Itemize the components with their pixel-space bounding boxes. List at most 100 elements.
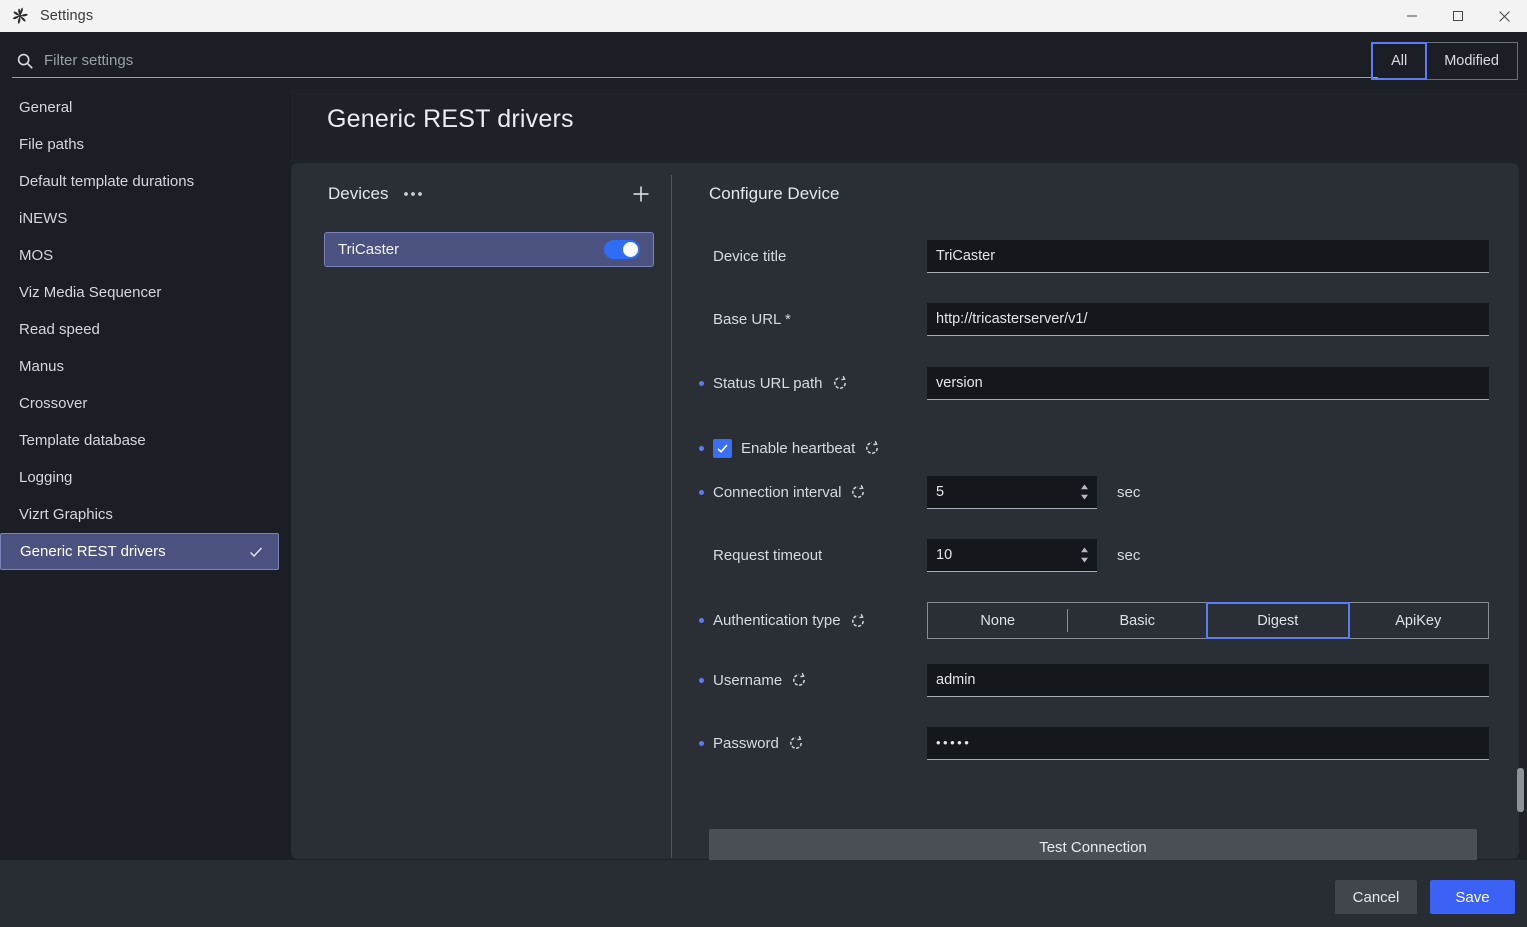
sidebar-item-generic-rest-drivers[interactable]: Generic REST drivers [0, 533, 279, 570]
sidebar-item-logging[interactable]: Logging [0, 459, 291, 496]
sidebar-item-label: Default template durations [19, 173, 195, 190]
sidebar-item-label: Read speed [19, 321, 100, 338]
sidebar-item-viz-media-sequencer[interactable]: Viz Media Sequencer [0, 274, 291, 311]
reset-icon[interactable] [788, 735, 804, 751]
enable-heartbeat-label: Enable heartbeat [741, 439, 856, 457]
ellipsis-icon[interactable] [402, 185, 424, 203]
maximize-button[interactable] [1435, 0, 1481, 32]
save-button[interactable]: Save [1430, 880, 1515, 914]
base-url-label-group: Base URL * [699, 311, 927, 328]
devices-header: Devices [328, 184, 650, 204]
sidebar-item-label: Crossover [19, 395, 88, 412]
filter-bar: All Modified [0, 32, 1527, 89]
modified-bullet [699, 445, 704, 451]
auth-option-none[interactable]: None [928, 603, 1068, 638]
sidebar-item-label: General [19, 99, 73, 116]
minimize-icon [1407, 15, 1417, 17]
sidebar-item-inews[interactable]: iNEWS [0, 200, 291, 237]
request-timeout-unit: sec [1117, 546, 1141, 564]
dialog-footer: Cancel Save [0, 860, 1527, 927]
device-title-input[interactable]: TriCaster [927, 239, 1489, 273]
modified-bullet [699, 317, 704, 322]
sidebar-item-default-template-durations[interactable]: Default template durations [0, 163, 291, 200]
settings-sidebar: General File paths Default template dura… [0, 89, 291, 860]
password-label: Password [713, 734, 779, 752]
connection-interval-input[interactable]: 5 [927, 475, 1097, 509]
check-icon [717, 444, 728, 453]
field-row-connection-interval: Connection interval 5 sec [699, 475, 1489, 509]
enable-heartbeat-checkbox[interactable] [713, 438, 732, 458]
reset-icon[interactable] [850, 484, 866, 500]
username-label-group: Username [699, 672, 927, 689]
plus-icon[interactable] [632, 185, 650, 203]
reset-icon[interactable] [864, 440, 880, 456]
reset-icon[interactable] [791, 672, 807, 688]
modified-bullet [699, 740, 704, 746]
status-url-path-input[interactable]: version [927, 366, 1489, 400]
minimize-button[interactable] [1389, 0, 1435, 32]
maximize-icon [1453, 11, 1463, 21]
sidebar-item-read-speed[interactable]: Read speed [0, 311, 291, 348]
auth-option-digest[interactable]: Digest [1206, 602, 1350, 639]
sidebar-item-template-database[interactable]: Template database [0, 422, 291, 459]
sidebar-item-label: iNEWS [19, 210, 68, 227]
cancel-button[interactable]: Cancel [1335, 880, 1417, 914]
sidebar-item-vizrt-graphics[interactable]: Vizrt Graphics [0, 496, 291, 533]
auth-option-apikey[interactable]: ApiKey [1349, 603, 1489, 638]
sidebar-item-file-paths[interactable]: File paths [0, 126, 291, 163]
base-url-input[interactable]: http://tricasterserver/v1/ [927, 302, 1489, 336]
device-list-item-tricaster[interactable]: TriCaster [324, 232, 654, 267]
scope-option-modified[interactable]: Modified [1426, 43, 1517, 79]
base-url-label: Base URL * [713, 310, 791, 328]
connection-interval-label: Connection interval [713, 483, 842, 501]
enable-heartbeat-label-group: Enable heartbeat [699, 438, 880, 458]
sidebar-item-label: MOS [19, 247, 54, 264]
spinner-arrows-icon[interactable] [1080, 546, 1089, 563]
sidebar-item-manus[interactable]: Manus [0, 348, 291, 385]
sidebar-item-crossover[interactable]: Crossover [0, 385, 291, 422]
modified-bullet [699, 254, 704, 259]
modified-bullet [699, 553, 704, 558]
sidebar-item-label: Template database [19, 432, 146, 449]
content-scrollbar-track[interactable] [1516, 163, 1524, 859]
field-row-device-title: Device title TriCaster [699, 239, 1489, 273]
content-scrollbar-thumb[interactable] [1517, 768, 1524, 812]
auth-option-basic[interactable]: Basic [1068, 603, 1208, 638]
reset-icon[interactable] [832, 375, 848, 391]
check-icon [250, 547, 263, 557]
username-input[interactable]: admin [927, 663, 1489, 697]
sidebar-item-general[interactable]: General [0, 89, 291, 126]
settings-main-content: Generic REST drivers Devices TriCaster C… [291, 89, 1527, 866]
modified-bullet [699, 677, 704, 683]
connection-interval-value: 5 [936, 483, 945, 500]
modified-bullet [699, 618, 704, 623]
modified-bullet [699, 489, 704, 495]
sidebar-item-label: Logging [19, 469, 73, 486]
password-input[interactable]: ••••• [927, 726, 1489, 760]
status-url-path-label: Status URL path [713, 374, 823, 392]
request-timeout-label: Request timeout [713, 546, 823, 564]
search-input[interactable] [44, 52, 1378, 69]
scope-option-all[interactable]: All [1371, 42, 1428, 80]
field-row-password: Password ••••• [699, 726, 1489, 760]
request-timeout-input[interactable]: 10 [927, 538, 1097, 572]
sidebar-item-mos[interactable]: MOS [0, 237, 291, 274]
window-title-bar: Settings [0, 0, 1527, 32]
device-title-label-group: Device title [699, 248, 927, 265]
toggle-knob [623, 242, 638, 257]
sidebar-item-label: Manus [19, 358, 65, 375]
field-row-status-url-path: Status URL path version [699, 366, 1489, 400]
password-label-group: Password [699, 735, 927, 752]
search-icon [17, 53, 33, 69]
pinwheel-logo-icon [12, 7, 28, 24]
reset-icon[interactable] [850, 613, 866, 629]
close-icon [1498, 10, 1510, 22]
device-enabled-toggle[interactable] [604, 240, 640, 259]
search-field-wrapper[interactable] [12, 44, 1378, 78]
authentication-type-segmented-control: None Basic Digest ApiKey [927, 602, 1489, 639]
request-timeout-label-group: Request timeout [699, 547, 927, 564]
spinner-arrows-icon[interactable] [1080, 483, 1089, 500]
close-button[interactable] [1481, 0, 1527, 32]
status-url-path-label-group: Status URL path [699, 375, 927, 392]
window-title: Settings [40, 8, 94, 24]
